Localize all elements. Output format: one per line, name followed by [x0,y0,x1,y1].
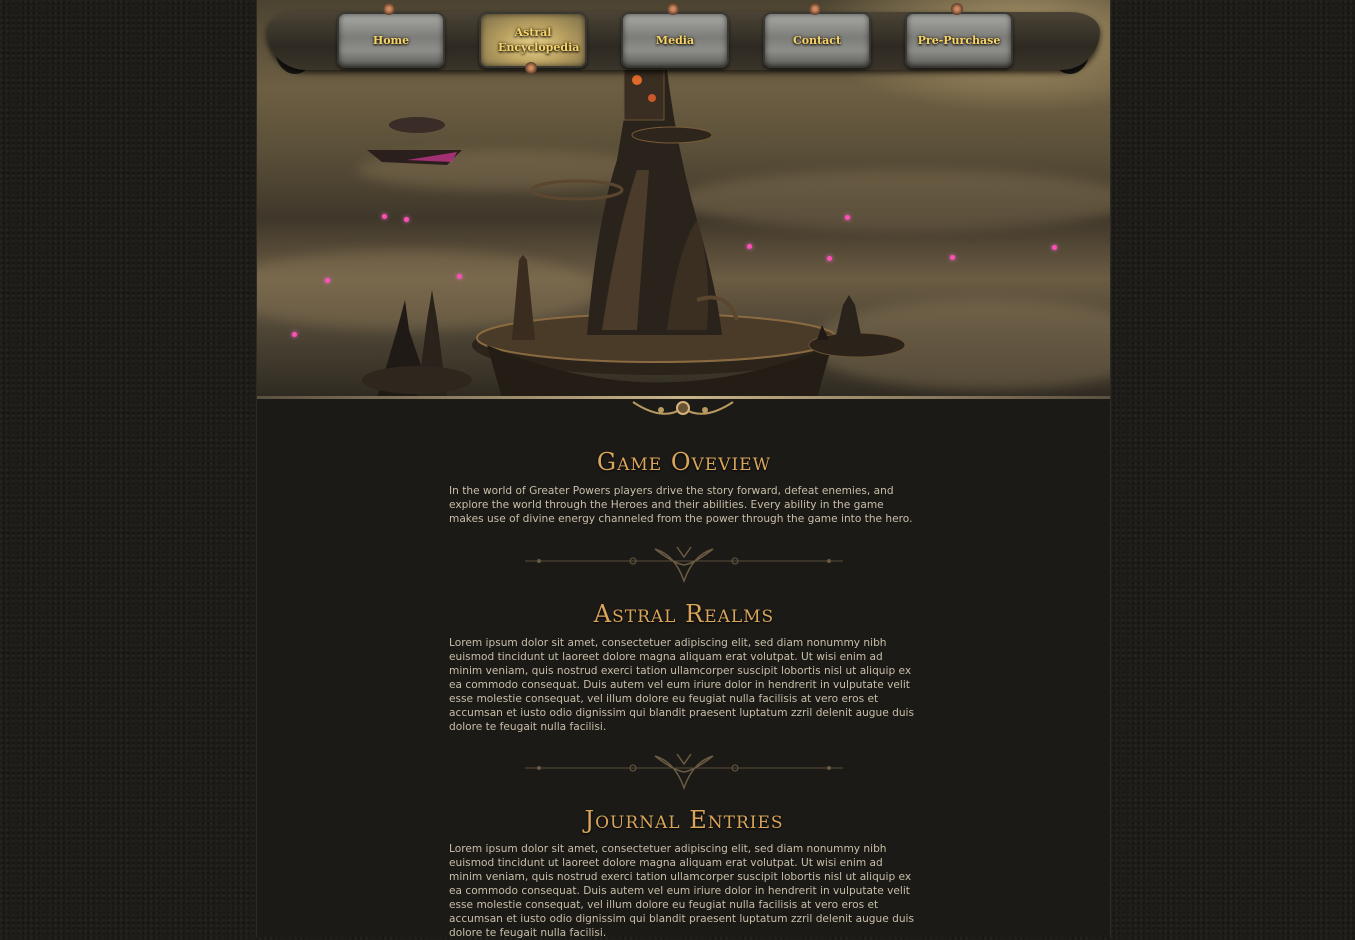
nav-contact-label: Contact [792,33,842,47]
floating-orb [1052,245,1057,250]
filigree-ornament-icon [632,401,734,415]
floating-orb [325,278,330,283]
divider-ornament-icon [525,546,843,584]
floating-orb [827,256,832,261]
floating-orb [950,255,955,260]
section-title: Astral Realms [593,600,775,628]
nav-media-button[interactable]: Media [621,12,729,68]
section-title: Game Oveview [596,448,772,476]
gear-ornament-icon [667,3,679,15]
nav-home-button[interactable]: Home [337,12,445,68]
floating-orb [845,215,850,220]
section-body: Lorem ipsum dolor sit amet, consectetuer… [449,637,915,733]
floating-orb [382,214,387,219]
section-body: Lorem ipsum dolor sit amet, consectetuer… [449,843,915,939]
section-title: Journal Entries [584,806,784,834]
nav-pre-purchase-label: Pre-Purchase [917,33,1001,47]
nav-astral-encyclopedia-button[interactable]: Astral Encyclopedia [479,12,587,68]
nav-astral-encyclopedia-label: Astral Encyclopedia [498,26,580,54]
section-astral-realms: Astral Realms Lorem ipsum dolor sit amet… [449,600,919,734]
section-journal-entries: Journal Entries Lorem ipsum dolor sit am… [449,806,919,940]
nav-contact-button[interactable]: Contact [763,12,871,68]
divider-ornament-icon [525,753,843,791]
page-container: Home Astral Encyclopedia Media Contact P… [256,0,1111,940]
floating-orb [404,217,409,222]
floating-orb [292,332,297,337]
section-body: In the world of Greater Powers players d… [449,485,913,525]
floating-orb [457,274,462,279]
gear-ornament-icon [525,62,537,74]
gear-ornament-icon [383,3,395,15]
nav-home-label: Home [372,33,410,47]
hero-banner: Home Astral Encyclopedia Media Contact P… [257,0,1110,398]
nav-media-label: Media [655,33,695,47]
section-game-overview: Game Oveview In the world of Greater Pow… [449,448,919,526]
gear-ornament-icon [809,3,821,15]
nav-pre-purchase-button[interactable]: Pre-Purchase [905,12,1013,68]
gear-ornament-icon [951,3,963,15]
floating-orb [747,244,752,249]
